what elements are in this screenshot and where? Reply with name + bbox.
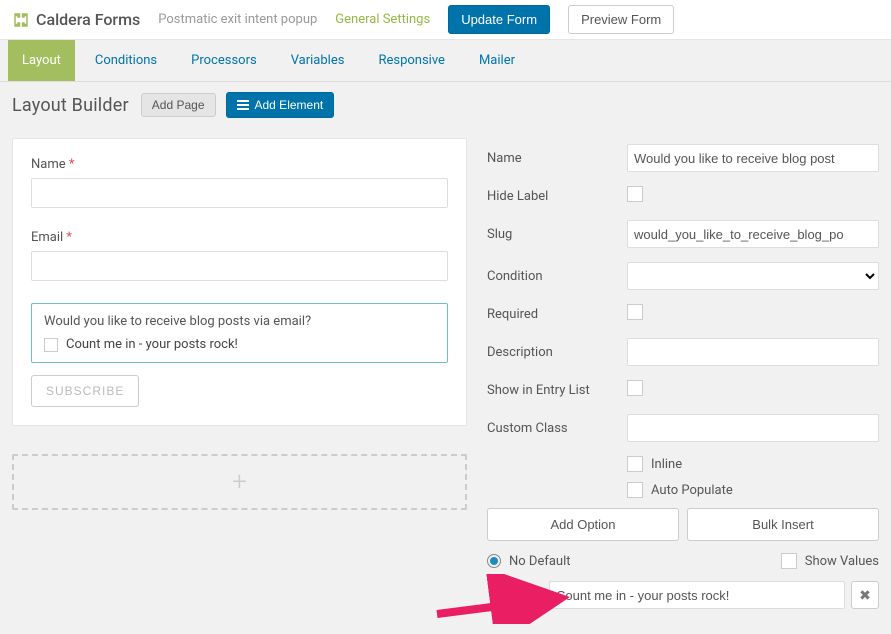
brand: Caldera Forms — [12, 10, 140, 29]
prop-description-label: Description — [487, 345, 627, 360]
remove-icon: ✖ — [859, 587, 871, 604]
prop-custom-class-label: Custom Class — [487, 421, 627, 436]
prop-condition-label: Condition — [487, 269, 627, 284]
required-asterisk: * — [69, 157, 75, 172]
tab-responsive[interactable]: Responsive — [364, 40, 459, 81]
tab-variables[interactable]: Variables — [277, 40, 359, 81]
prop-description-input[interactable] — [627, 338, 879, 366]
plus-icon: + — [232, 467, 247, 497]
canvas-email-field[interactable] — [31, 251, 448, 281]
inline-checkbox[interactable] — [627, 456, 643, 472]
auto-populate-checkbox[interactable] — [627, 482, 643, 498]
add-element-button[interactable]: Add Element — [226, 92, 335, 118]
auto-populate-label: Auto Populate — [651, 483, 733, 498]
canvas-name-field[interactable] — [31, 178, 448, 208]
show-values-label: Show Values — [805, 554, 879, 569]
show-entry-checkbox[interactable] — [627, 380, 643, 396]
prop-custom-class-input[interactable] — [627, 414, 879, 442]
add-element-label: Add Element — [255, 98, 324, 112]
canvas-checkbox-option-label: Count me in - your posts rock! — [66, 337, 238, 352]
hide-label-checkbox[interactable] — [627, 186, 643, 202]
add-page-button[interactable]: Add Page — [141, 93, 216, 117]
field-properties-panel: Name Hide Label Slug Condition Required … — [487, 138, 879, 609]
bulk-insert-button[interactable]: Bulk Insert — [687, 508, 879, 541]
brand-name: Caldera Forms — [36, 10, 140, 29]
add-option-button[interactable]: Add Option — [487, 508, 679, 541]
no-default-radio[interactable] — [487, 554, 501, 568]
no-default-label: No Default — [509, 554, 571, 569]
form-instance-name: Postmatic exit intent popup — [158, 12, 317, 27]
canvas-email-label: Email * — [31, 230, 448, 245]
remove-option-button[interactable]: ✖ — [851, 581, 879, 609]
tab-processors[interactable]: Processors — [177, 40, 271, 81]
add-row-dropzone[interactable]: + — [12, 454, 467, 510]
form-canvas: Name * Email * Would you like to receive… — [12, 138, 467, 426]
caldera-logo-icon — [12, 11, 30, 29]
inline-label: Inline — [651, 457, 682, 472]
tab-layout[interactable]: Layout — [8, 40, 75, 81]
canvas-checkbox-box[interactable] — [44, 338, 58, 352]
canvas-checkbox-question: Would you like to receive blog posts via… — [44, 314, 435, 329]
prop-slug-input[interactable] — [627, 220, 879, 248]
prop-show-entry-label: Show in Entry List — [487, 383, 627, 398]
update-form-button[interactable]: Update Form — [448, 5, 550, 34]
page-title: Layout Builder — [12, 95, 129, 116]
tab-bar: Layout Conditions Processors Variables R… — [0, 40, 891, 82]
prop-slug-label: Slug — [487, 227, 627, 242]
subscribe-button[interactable]: SUBSCRIBE — [31, 375, 139, 407]
required-checkbox[interactable] — [627, 304, 643, 320]
prop-name-input[interactable] — [627, 144, 879, 172]
general-settings-link[interactable]: General Settings — [335, 12, 430, 27]
tab-conditions[interactable]: Conditions — [81, 40, 171, 81]
prop-hide-label: Hide Label — [487, 189, 627, 204]
list-icon — [237, 100, 249, 110]
prop-condition-select[interactable] — [627, 262, 879, 290]
canvas-name-label: Name * — [31, 157, 448, 172]
tab-mailer[interactable]: Mailer — [465, 40, 529, 81]
option-1-value-input[interactable] — [549, 581, 845, 609]
prop-required-label: Required — [487, 307, 627, 322]
show-values-checkbox[interactable] — [781, 553, 797, 569]
prop-name-label: Name — [487, 151, 627, 166]
preview-form-button[interactable]: Preview Form — [568, 5, 674, 34]
required-asterisk: * — [66, 230, 72, 245]
canvas-checkbox-field[interactable]: Would you like to receive blog posts via… — [31, 303, 448, 363]
